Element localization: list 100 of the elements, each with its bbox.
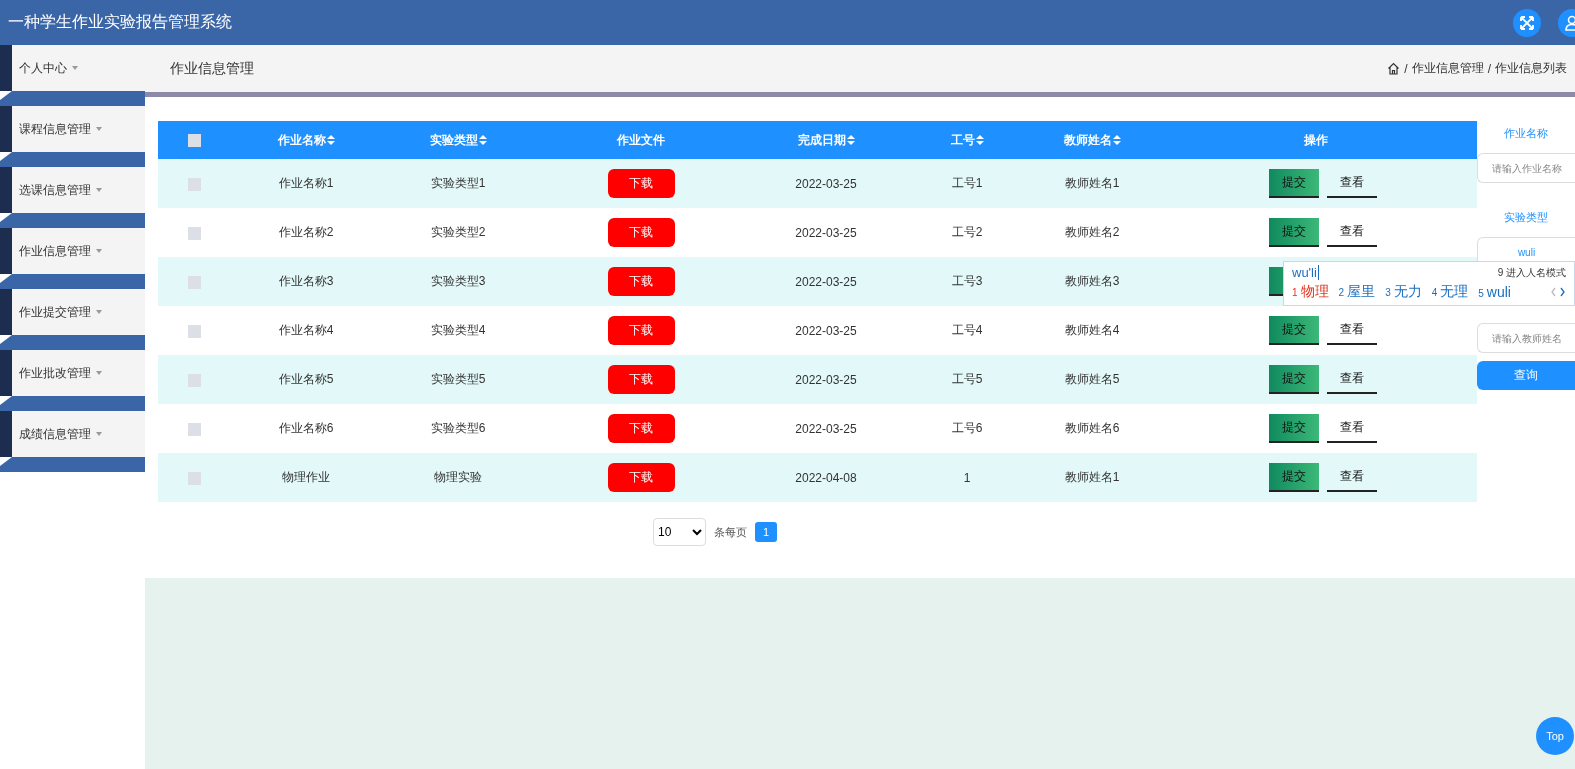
table-cell: 2022-04-08 bbox=[795, 470, 857, 485]
table-cell: 教师姓名5 bbox=[1064, 372, 1120, 386]
table-cell: 实验类型5 bbox=[430, 372, 486, 386]
caret-icon bbox=[96, 371, 102, 375]
page-button[interactable]: 1 bbox=[755, 522, 777, 542]
download-button[interactable]: 下载 bbox=[607, 414, 675, 443]
breadcrumb-link[interactable]: 作业信息列表 bbox=[1495, 60, 1567, 77]
sort-icon[interactable] bbox=[1112, 135, 1121, 145]
download-button[interactable]: 下载 bbox=[607, 218, 675, 247]
caret-icon bbox=[96, 188, 102, 192]
row-checkbox[interactable] bbox=[187, 471, 201, 485]
submit-button[interactable]: 提交 bbox=[1269, 365, 1319, 394]
column-header: 作业文件 bbox=[617, 131, 665, 149]
download-button[interactable]: 下载 bbox=[607, 316, 675, 345]
table-cell: 实验类型4 bbox=[430, 323, 486, 337]
select-all-checkbox[interactable] bbox=[187, 134, 201, 148]
sidebar-item[interactable]: 成绩信息管理 bbox=[0, 411, 145, 457]
column-header[interactable]: 实验类型 bbox=[429, 131, 487, 149]
ime-candidate[interactable]: 3 无力 bbox=[1385, 283, 1422, 302]
view-button[interactable]: 查看 bbox=[1327, 463, 1377, 492]
table-cell: 2022-03-25 bbox=[795, 176, 857, 191]
row-checkbox[interactable] bbox=[187, 226, 201, 240]
view-button[interactable]: 查看 bbox=[1327, 316, 1377, 345]
sidebar-item[interactable]: 个人中心 bbox=[0, 45, 145, 91]
app-title: 一种学生作业实验报告管理系统 bbox=[8, 12, 233, 32]
table-cell: 教师姓名1 bbox=[1064, 470, 1120, 484]
field-label: 实验类型 bbox=[1503, 210, 1549, 225]
table-cell: 工号5 bbox=[951, 372, 983, 386]
submit-button[interactable]: 提交 bbox=[1269, 316, 1319, 345]
view-button[interactable]: 查看 bbox=[1327, 169, 1377, 198]
field-label: 作业名称 bbox=[1503, 126, 1549, 141]
table-cell: 教师姓名4 bbox=[1064, 323, 1120, 337]
table-cell: 工号1 bbox=[951, 176, 983, 190]
table-cell: 教师姓名6 bbox=[1064, 421, 1120, 435]
table-cell: 教师姓名1 bbox=[1064, 176, 1120, 190]
ime-candidate[interactable]: 5 wuli bbox=[1478, 284, 1511, 301]
table-cell: 实验类型1 bbox=[430, 176, 486, 190]
sort-icon[interactable] bbox=[846, 135, 855, 145]
ime-hint: 9 进入人名模式 bbox=[1497, 265, 1566, 280]
breadcrumb-separator: / bbox=[1487, 61, 1491, 76]
search-field[interactable]: 请输入教师姓名 bbox=[1477, 323, 1575, 353]
breadcrumb-link[interactable]: 作业信息管理 bbox=[1411, 60, 1484, 77]
column-header[interactable]: 作业名称 bbox=[277, 131, 335, 149]
home-icon[interactable] bbox=[1387, 62, 1401, 75]
column-header[interactable]: 工号 bbox=[950, 131, 984, 149]
sidebar-item[interactable]: 作业批改管理 bbox=[0, 350, 145, 396]
view-button[interactable]: 查看 bbox=[1327, 365, 1377, 394]
table-cell: 作业名称3 bbox=[278, 274, 334, 288]
table-cell: 实验类型3 bbox=[430, 274, 486, 288]
download-button[interactable]: 下载 bbox=[607, 267, 675, 296]
breadcrumb-separator: / bbox=[1404, 61, 1408, 76]
table-cell: 物理实验 bbox=[434, 470, 482, 484]
download-button[interactable]: 下载 bbox=[607, 365, 675, 394]
ime-candidate[interactable]: 1 物理 bbox=[1292, 283, 1329, 302]
search-field[interactable]: 请输入作业名称 bbox=[1477, 153, 1575, 183]
table-cell: 作业名称5 bbox=[278, 372, 334, 386]
row-checkbox[interactable] bbox=[187, 177, 201, 191]
caret-icon bbox=[96, 310, 102, 314]
table-cell: 实验类型6 bbox=[430, 421, 486, 435]
sort-icon[interactable] bbox=[975, 135, 984, 145]
view-button[interactable]: 查看 bbox=[1327, 218, 1377, 247]
row-checkbox[interactable] bbox=[187, 275, 201, 289]
column-header[interactable]: 完成日期 bbox=[797, 131, 855, 149]
view-button[interactable]: 查看 bbox=[1327, 414, 1377, 443]
submit-button[interactable]: 提交 bbox=[1269, 169, 1319, 198]
ime-candidate[interactable]: 4 无理 bbox=[1431, 283, 1469, 302]
sidebar-item[interactable]: 课程信息管理 bbox=[0, 106, 145, 152]
page-size-select[interactable]: 10 bbox=[653, 518, 706, 546]
download-button[interactable]: 下载 bbox=[607, 169, 675, 198]
row-checkbox[interactable] bbox=[187, 373, 201, 387]
column-header: 操作 bbox=[1303, 131, 1328, 149]
table-cell: 工号6 bbox=[951, 421, 983, 435]
table-cell: 工号3 bbox=[951, 274, 983, 288]
sidebar-item[interactable]: 选课信息管理 bbox=[0, 167, 145, 213]
caret-icon bbox=[72, 66, 78, 70]
table-cell: 作业名称6 bbox=[278, 421, 334, 435]
sidebar-item[interactable]: 作业信息管理 bbox=[0, 228, 145, 274]
sort-icon[interactable] bbox=[326, 135, 335, 145]
table-cell: 2022-03-25 bbox=[795, 372, 857, 387]
table-cell: 工号2 bbox=[951, 225, 983, 239]
table-cell: 作业名称4 bbox=[278, 323, 334, 337]
search-button[interactable]: 查询 bbox=[1477, 361, 1575, 390]
fullscreen-icon[interactable] bbox=[1513, 8, 1541, 37]
table-cell: 作业名称1 bbox=[278, 176, 334, 190]
caret-icon bbox=[96, 432, 102, 436]
ime-candidate[interactable]: 2 屋里 bbox=[1338, 283, 1376, 302]
submit-button[interactable]: 提交 bbox=[1269, 414, 1319, 443]
submit-button[interactable]: 提交 bbox=[1269, 463, 1319, 492]
table-cell: 实验类型2 bbox=[430, 225, 486, 239]
table-cell: 2022-03-25 bbox=[795, 274, 857, 289]
sidebar-item[interactable]: 作业提交管理 bbox=[0, 289, 145, 335]
table-cell: 教师姓名3 bbox=[1064, 274, 1120, 288]
row-checkbox[interactable] bbox=[187, 422, 201, 436]
per-page-label: 条每页 bbox=[714, 524, 747, 540]
download-button[interactable]: 下载 bbox=[607, 463, 675, 492]
row-checkbox[interactable] bbox=[187, 324, 201, 338]
table-cell: 教师姓名2 bbox=[1064, 225, 1120, 239]
submit-button[interactable]: 提交 bbox=[1269, 218, 1319, 247]
sort-icon[interactable] bbox=[478, 135, 487, 145]
table-cell: 作业名称2 bbox=[278, 225, 334, 239]
